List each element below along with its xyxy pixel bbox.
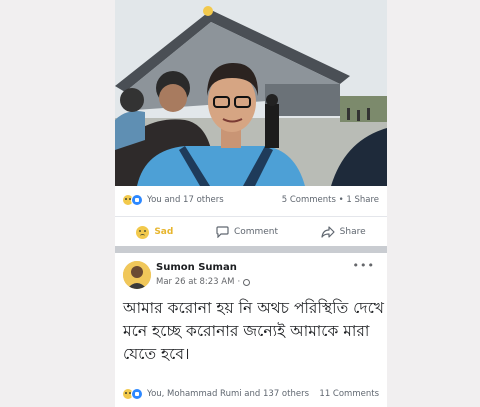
comment-share-count[interactable]: 5 Comments • 1 Share [282,195,379,205]
more-icon[interactable]: ••• [353,259,375,272]
avatar[interactable] [123,261,151,289]
reaction-icons [122,388,143,400]
globe-icon [243,278,251,286]
reaction-icons [122,194,143,206]
feed-divider [115,246,387,253]
post-author[interactable]: Sumon Suman [156,262,237,273]
post-date[interactable]: Mar 26 at 8:23 AM [156,277,234,287]
comment-label: Comment [233,227,279,237]
post-card: Sumon Suman Mar 26 at 8:23 AM · ••• আমার… [115,253,387,407]
comment-icon [216,226,229,238]
share-button[interactable]: Share [321,226,366,238]
action-bar: Sad Comment Share [115,216,387,247]
post-photo[interactable] [115,0,387,186]
reaction-summary-text[interactable]: You and 17 others [147,195,224,205]
sad-label: Sad [154,227,174,237]
left-margin [0,0,115,407]
facebook-feed: You and 17 others 5 Comments • 1 Share S… [115,0,387,407]
share-label: Share [339,227,366,237]
right-margin [387,0,480,407]
like-reaction-icon [131,194,143,206]
share-icon [321,226,335,238]
post-text: আমার করোনা হয় নি অথচ পরিস্থিতি দেখে মনে… [123,299,384,363]
like-reaction-icon [131,388,143,400]
post-meta: Mar 26 at 8:23 AM · [156,277,251,287]
comment-count[interactable]: 11 Comments [319,389,379,399]
reaction-summary-text[interactable]: You, Mohammad Rumi and 137 others [147,389,309,399]
sad-button[interactable]: Sad [136,225,174,239]
sad-reaction-icon [136,225,150,239]
comment-button[interactable]: Comment [216,226,278,238]
reaction-summary-row[interactable]: You and 17 others 5 Comments • 1 Share [115,186,387,214]
reaction-summary-row[interactable]: You, Mohammad Rumi and 137 others 11 Com… [115,385,387,403]
